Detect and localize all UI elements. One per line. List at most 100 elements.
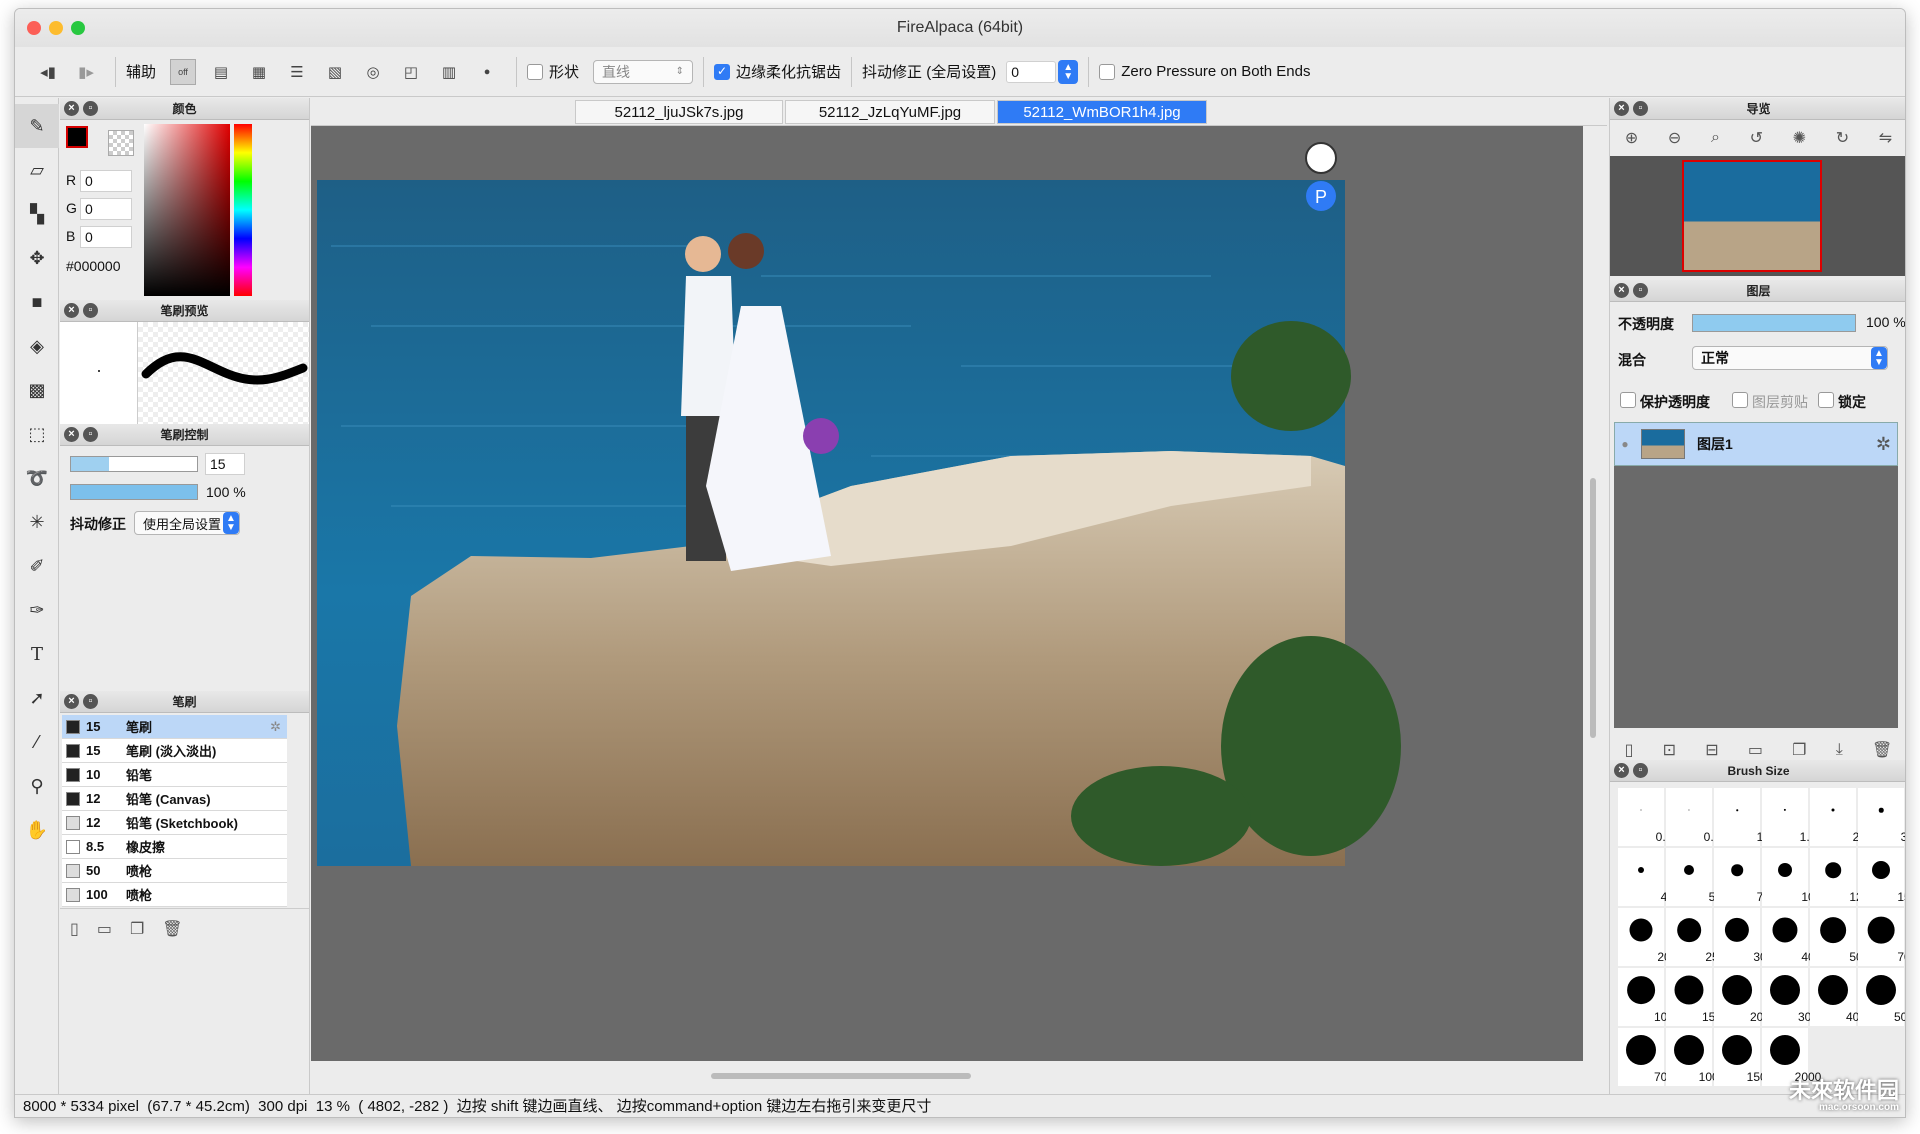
brush-folder-icon[interactable]: ▭ [97, 919, 112, 939]
eyedropper-icon[interactable]: ⚲ [15, 764, 59, 808]
canvas-area[interactable]: P [311, 126, 1583, 1061]
brush-size-cell[interactable]: 100 [1618, 968, 1674, 1026]
new-folder-icon[interactable]: ▭ [1748, 740, 1763, 760]
gradient-icon[interactable]: ▩ [15, 368, 59, 412]
move-icon[interactable]: ✥ [15, 236, 59, 280]
brush-list-item[interactable]: 15 笔刷 ✲ [62, 715, 287, 739]
concentric-snap-icon[interactable]: ◎ [360, 59, 386, 85]
brush-size-cell[interactable]: 40 [1762, 908, 1815, 966]
brush-size-cell[interactable]: 10 [1762, 848, 1815, 906]
canvas-image[interactable]: P [311, 126, 1583, 1061]
select-rect-icon[interactable]: ⬚ [15, 412, 59, 456]
brush-size-cell[interactable]: 0.5 [1618, 788, 1672, 846]
close-icon[interactable]: × [64, 303, 79, 318]
rotate-left-icon[interactable]: ↺ [1750, 128, 1763, 148]
brush-size-cell[interactable]: 200 [1714, 968, 1770, 1026]
vertical-scrollbar[interactable] [1590, 478, 1596, 738]
close-window-button[interactable] [27, 21, 41, 35]
line-type-select[interactable]: 直线 ⇕ [593, 59, 694, 84]
brush-settings-icon[interactable]: ✲ [270, 719, 281, 735]
operation-icon[interactable]: ➚ [15, 676, 59, 720]
blend-mode-select[interactable]: 正常 ▲ ▼ [1692, 346, 1888, 370]
delete-layer-icon[interactable]: 🗑 [1872, 740, 1892, 760]
brush-size-field[interactable]: 15 [205, 453, 245, 475]
tab-document-1[interactable]: 52112_ljuJSk7s.jpg [575, 100, 783, 124]
horizontal-scrollbar[interactable] [711, 1073, 971, 1079]
brush-list-item[interactable]: 15 笔刷 (淡入淡出) [62, 739, 287, 763]
b-field[interactable]: 0 [80, 226, 132, 248]
zoom-fit-icon[interactable]: ⌕ [1711, 129, 1720, 147]
grid-snap-icon[interactable]: ▦ [246, 59, 272, 85]
duplicate-layer-icon[interactable]: ❐ [1792, 740, 1806, 760]
close-icon[interactable]: × [64, 101, 79, 116]
color-square[interactable] [144, 124, 230, 296]
rotate-right-icon[interactable]: ↻ [1836, 128, 1849, 148]
r-field[interactable]: 0 [80, 170, 132, 192]
brush-size-cell[interactable]: 1500 [1714, 1028, 1773, 1086]
brush-size-cell[interactable]: 25 [1666, 908, 1719, 966]
brush-size-cell[interactable]: 400 [1810, 968, 1866, 1026]
diagonal-snap-icon[interactable]: ▧ [322, 59, 348, 85]
perspective-snap-icon[interactable]: ▥ [436, 59, 462, 85]
dot-icon[interactable]: ● [474, 59, 500, 85]
detach-icon[interactable]: ▫ [83, 303, 98, 318]
detach-icon[interactable]: ▫ [1633, 283, 1648, 298]
g-field[interactable]: 0 [80, 198, 132, 220]
select-eraser-icon[interactable]: ✑ [15, 588, 59, 632]
brush-size-cell[interactable]: 2 [1810, 788, 1859, 846]
brush-list-item[interactable]: 12 铅笔 (Canvas) [62, 787, 287, 811]
protect-transparency-checkbox[interactable] [1620, 392, 1636, 408]
brush-list-item[interactable]: 50 喷枪 [62, 859, 287, 883]
brush-size-cell[interactable]: 30 [1714, 908, 1767, 966]
brush-list-item[interactable]: 8.5 橡皮擦 [62, 835, 287, 859]
detach-icon[interactable]: ▫ [1633, 101, 1648, 116]
parallel-snap-icon[interactable]: ▤ [208, 59, 234, 85]
new-layer-icon[interactable]: ▯ [1625, 740, 1634, 760]
brush-size-cell[interactable]: 1.5 [1762, 788, 1816, 846]
brush-size-cell[interactable]: 12 [1810, 848, 1863, 906]
dot-brush-icon[interactable]: ▚ [15, 192, 59, 236]
layer-row[interactable]: ● 图层1 ✲ [1614, 422, 1898, 466]
brush-stabilizer-select[interactable]: 使用全局设置 ▲ ▼ [134, 511, 240, 535]
detach-icon[interactable]: ▫ [1633, 763, 1648, 778]
zoom-out-icon[interactable]: ⊖ [1668, 128, 1681, 148]
primary-color-swatch[interactable] [66, 126, 88, 148]
antialias-checkbox[interactable] [714, 63, 731, 80]
brush-size-cell[interactable]: 4 [1618, 848, 1667, 906]
hand-icon[interactable]: ✋ [15, 808, 59, 852]
lines-snap-icon[interactable]: ☰ [284, 59, 310, 85]
hue-slider[interactable] [234, 124, 252, 296]
delete-brush-icon[interactable]: 🗑 [162, 919, 182, 939]
zoom-window-button[interactable] [71, 21, 85, 35]
close-icon[interactable]: × [1614, 101, 1629, 116]
brush-size-cell[interactable]: 5 [1666, 848, 1715, 906]
curve-snap-icon[interactable]: ◰ [398, 59, 424, 85]
brush-opacity-slider[interactable] [70, 484, 198, 500]
tab-document-2[interactable]: 52112_JzLqYuMF.jpg [785, 100, 995, 124]
brush-size-cell[interactable]: 1 [1714, 788, 1763, 846]
brush-size-cell[interactable]: 1000 [1666, 1028, 1725, 1086]
lock-checkbox[interactable] [1818, 392, 1834, 408]
layer-settings-icon[interactable]: ✲ [1876, 434, 1891, 455]
new-8bit-layer-icon[interactable]: ⊡ [1663, 740, 1676, 760]
brush-size-cell[interactable]: 70 [1858, 908, 1905, 966]
stabilizer-input[interactable]: 0 [1006, 60, 1057, 83]
reset-rotation-icon[interactable]: ✺ [1793, 128, 1806, 148]
magic-wand-icon[interactable]: ✳ [15, 500, 59, 544]
detach-icon[interactable]: ▫ [83, 101, 98, 116]
navigator-preview[interactable] [1610, 156, 1905, 276]
duplicate-brush-icon[interactable]: ❐ [130, 919, 144, 939]
new-1bit-layer-icon[interactable]: ⊟ [1705, 740, 1718, 760]
zero-pressure-checkbox[interactable] [1099, 63, 1116, 80]
text-icon[interactable]: T [15, 632, 59, 676]
brush-list-item[interactable]: 100 喷枪 [62, 883, 287, 907]
detach-icon[interactable]: ▫ [83, 427, 98, 442]
detach-icon[interactable]: ▫ [83, 694, 98, 709]
eraser-icon[interactable]: ▱ [15, 148, 59, 192]
new-brush-icon[interactable]: ▯ [70, 919, 79, 939]
brush-size-cell[interactable]: 300 [1762, 968, 1818, 1026]
select-pen-icon[interactable]: ✐ [15, 544, 59, 588]
zoom-in-icon[interactable]: ⊕ [1625, 128, 1638, 148]
flip-icon[interactable]: ⇋ [1879, 128, 1892, 148]
lasso-icon[interactable]: ➰ [15, 456, 59, 500]
